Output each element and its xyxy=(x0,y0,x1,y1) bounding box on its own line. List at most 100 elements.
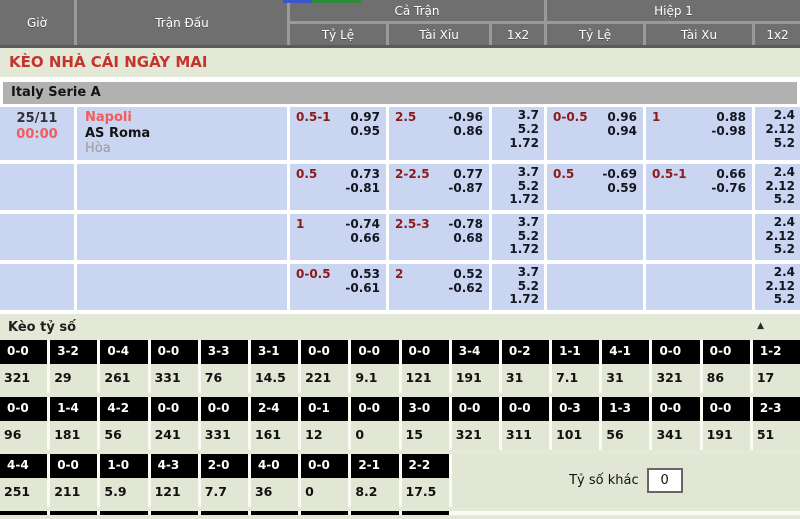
odds-values: 0.66-0.76 xyxy=(711,167,746,207)
score-odds-cell[interactable]: 161 xyxy=(251,421,298,450)
score-label: 0-0 xyxy=(0,397,47,421)
score-odds-cell[interactable]: 181 xyxy=(50,421,97,450)
handicap-line: 2-2.5 xyxy=(395,167,430,207)
h1-1x2-cell[interactable]: 2.42.125.2 xyxy=(755,214,800,260)
score-odds-cell[interactable]: 31 xyxy=(602,364,649,393)
odds-value: 3.7 xyxy=(518,166,539,180)
h1-1x2-cell[interactable]: 2.42.125.2 xyxy=(755,107,800,160)
odds-value: -0.98 xyxy=(711,124,746,138)
score-column: 0-096 xyxy=(0,397,47,450)
ft-handicap-cell[interactable]: 0.50.73-0.81 xyxy=(290,164,386,210)
score-label: 1-1 xyxy=(552,340,599,364)
score-column: 4-256 xyxy=(100,397,147,450)
odds-values: -0.780.68 xyxy=(448,217,483,257)
ft-overunder-cell[interactable]: 2-2.50.77-0.87 xyxy=(389,164,489,210)
score-odds-cell[interactable]: 14.5 xyxy=(251,364,298,393)
collapse-icon[interactable]: ▲ xyxy=(757,321,764,331)
odds-value: -0.74 xyxy=(345,217,380,231)
score-column: 0-00 xyxy=(351,397,398,450)
h1-overunder-cell[interactable]: 0.5-10.66-0.76 xyxy=(646,164,752,210)
ft-1x2-cell[interactable]: 3.75.21.72 xyxy=(492,214,544,260)
score-label: 0-3 xyxy=(552,397,599,421)
ft-overunder-cell[interactable]: 2.5-3-0.780.68 xyxy=(389,214,489,260)
empty-match-cell xyxy=(77,214,287,260)
odds-value: 2.4 xyxy=(774,166,795,180)
score-odds-cell[interactable]: 321 xyxy=(0,364,47,393)
score-odds-cell[interactable]: 7.1 xyxy=(552,364,599,393)
ft-1x2-cell[interactable]: 3.75.21.72 xyxy=(492,264,544,310)
score-odds-cell[interactable]: 76 xyxy=(201,364,248,393)
ft-handicap-cell[interactable]: 0.5-10.970.95 xyxy=(290,107,386,160)
score-odds-cell[interactable]: 341 xyxy=(652,421,699,450)
score-odds-cell[interactable]: 321 xyxy=(452,421,499,450)
score-odds-cell[interactable]: 121 xyxy=(151,478,198,507)
score-odds-cell[interactable]: 211 xyxy=(50,478,97,507)
score-odds-cell[interactable]: 56 xyxy=(602,421,649,450)
score-odds-cell[interactable]: 51 xyxy=(753,421,800,450)
h1-handicap-cell[interactable]: 0.5-0.690.59 xyxy=(547,164,643,210)
score-column: 0-0341 xyxy=(652,397,699,450)
ft-overunder-cell[interactable]: 2.5-0.960.86 xyxy=(389,107,489,160)
ft-overunder-cell[interactable]: 20.52-0.62 xyxy=(389,264,489,310)
score-column: 0-086 xyxy=(703,340,750,393)
score-odds-cell[interactable]: 17.5 xyxy=(402,478,449,507)
score-odds-cell[interactable]: 96 xyxy=(0,421,47,450)
score-odds-cell[interactable]: 251 xyxy=(0,478,47,507)
score-column: 0-3101 xyxy=(552,397,599,450)
score-odds-cell[interactable]: 101 xyxy=(552,421,599,450)
score-odds-cell[interactable]: 31 xyxy=(502,364,549,393)
score-odds-cell[interactable]: 331 xyxy=(151,364,198,393)
score-odds-cell[interactable]: 331 xyxy=(201,421,248,450)
score-odds-cell[interactable]: 12 xyxy=(301,421,348,450)
odds-value: 0.94 xyxy=(607,124,637,138)
other-score-label: Tỷ số khác xyxy=(569,473,639,488)
score-odds-cell[interactable]: 86 xyxy=(703,364,750,393)
ft-1x2-cell[interactable]: 3.75.21.72 xyxy=(492,107,544,160)
score-label: 0-0 xyxy=(351,340,398,364)
other-score-box[interactable]: 0 xyxy=(647,468,683,493)
score-odds-cell[interactable]: 5.9 xyxy=(100,478,147,507)
odds-row: 0-0.50.53-0.6120.52-0.623.75.21.722.42.1… xyxy=(0,264,800,310)
odds-value: 0.96 xyxy=(607,110,637,124)
score-odds-cell[interactable]: 0 xyxy=(351,421,398,450)
score-odds-cell[interactable]: 321 xyxy=(652,364,699,393)
odds-value: 5.2 xyxy=(518,280,539,294)
score-odds-cell[interactable]: 221 xyxy=(301,364,348,393)
score-odds-cell[interactable]: 9.1 xyxy=(351,364,398,393)
score-odds-cell[interactable]: 0 xyxy=(301,478,348,507)
odds-value: 0.88 xyxy=(716,110,746,124)
score-odds-cell[interactable]: 191 xyxy=(452,364,499,393)
score-odds-cell[interactable]: 261 xyxy=(100,364,147,393)
odds-value: 1.72 xyxy=(509,137,539,151)
score-odds-cell[interactable]: 17 xyxy=(753,364,800,393)
h1-1x2-cell[interactable]: 2.42.125.2 xyxy=(755,264,800,310)
score-label: 3-0 xyxy=(402,397,449,421)
h1-overunder-cell[interactable]: 10.88-0.98 xyxy=(646,107,752,160)
score-odds-cell[interactable]: 36 xyxy=(251,478,298,507)
score-odds-cell[interactable]: 56 xyxy=(100,421,147,450)
score-odds-cell[interactable]: 15 xyxy=(402,421,449,450)
score-label: 2-3 xyxy=(753,397,800,421)
score-odds-cell[interactable]: 29 xyxy=(50,364,97,393)
score-grid-row: 0-03213-2290-42610-03313-3763-114.50-022… xyxy=(0,340,800,393)
ft-handicap-cell[interactable]: 0-0.50.53-0.61 xyxy=(290,264,386,310)
ft-1x2-cell[interactable]: 3.75.21.72 xyxy=(492,164,544,210)
odds-value: -0.62 xyxy=(448,281,483,295)
score-label: 0-0 xyxy=(351,397,398,421)
odds-value: 3.7 xyxy=(518,266,539,280)
handicap-line: 2 xyxy=(395,267,403,307)
score-odds-cell[interactable]: 8.2 xyxy=(351,478,398,507)
match-time: 00:00 xyxy=(0,127,74,143)
odds-value: 1.72 xyxy=(509,293,539,307)
draw-label: Hòa xyxy=(85,141,279,157)
odds-row: 25/1100:00NapoliAS RomaHòa0.5-10.970.952… xyxy=(0,107,800,160)
score-odds-cell[interactable]: 311 xyxy=(502,421,549,450)
ft-handicap-cell[interactable]: 1-0.740.66 xyxy=(290,214,386,260)
h1-handicap-cell[interactable]: 0-0.50.960.94 xyxy=(547,107,643,160)
score-odds-cell[interactable]: 121 xyxy=(402,364,449,393)
score-odds-cell[interactable]: 191 xyxy=(703,421,750,450)
h1-1x2-cell[interactable]: 2.42.125.2 xyxy=(755,164,800,210)
empty-match-cell xyxy=(77,164,287,210)
score-odds-cell[interactable]: 241 xyxy=(151,421,198,450)
score-odds-cell[interactable]: 7.7 xyxy=(201,478,248,507)
